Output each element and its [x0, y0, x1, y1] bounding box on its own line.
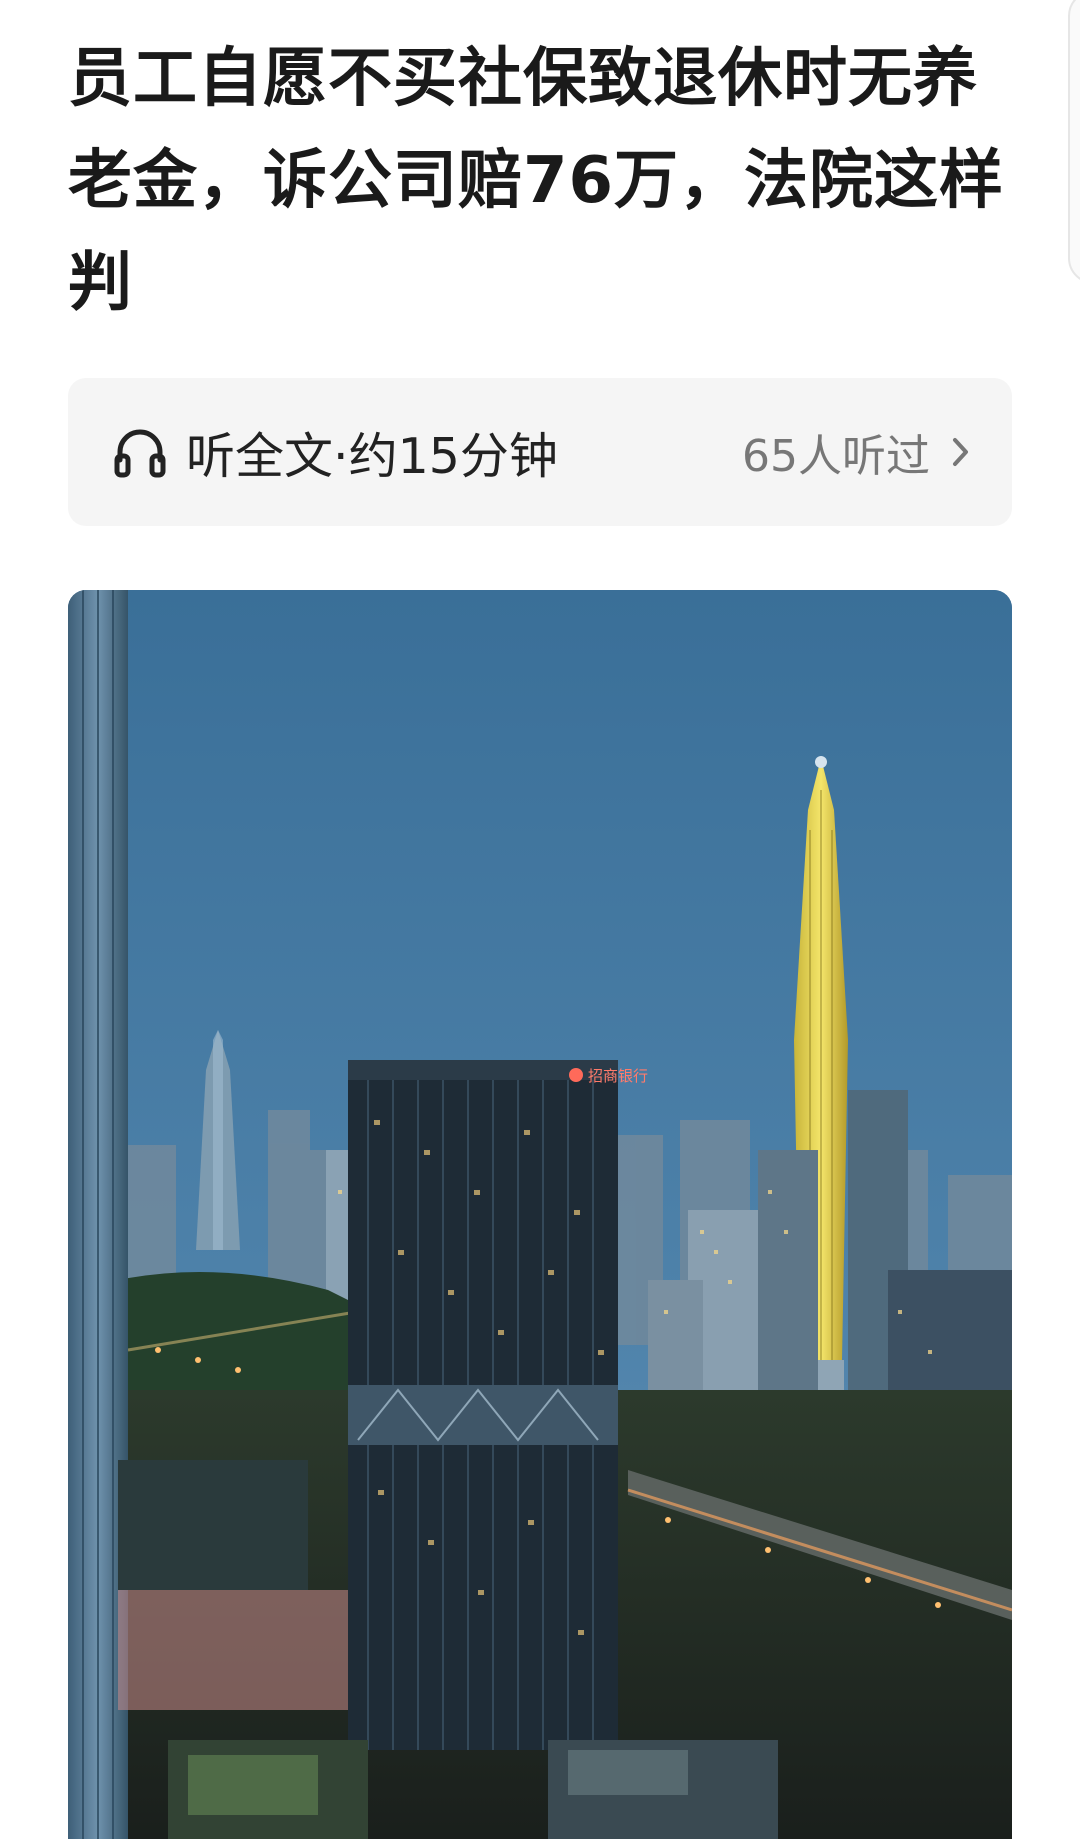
- city-skyline-photo[interactable]: 招商银行: [68, 590, 1012, 1839]
- listen-label: 听全文·约15分钟: [186, 427, 558, 485]
- listen-count-link[interactable]: 65人听过: [742, 420, 972, 484]
- headphones-icon: [114, 429, 166, 478]
- chevron-right-icon: [953, 438, 968, 466]
- listen-full-text-bar[interactable]: 听全文·约15分钟 65人听过: [68, 378, 1012, 526]
- listen-count: 65人听过: [742, 431, 930, 482]
- article-title: 员工自愿不买社保致退休时无养老金，诉公司赔76万，法院这样判: [68, 42, 1005, 320]
- scroll-edge-handle[interactable]: [1068, 0, 1080, 284]
- article-page: 员工自愿不买社保致退休时无养老金，诉公司赔76万，法院这样判 听全文·约15分钟…: [0, 0, 1080, 1839]
- skyline-illustration: 招商银行: [68, 590, 1012, 1839]
- building-sign: 招商银行: [588, 1067, 648, 1085]
